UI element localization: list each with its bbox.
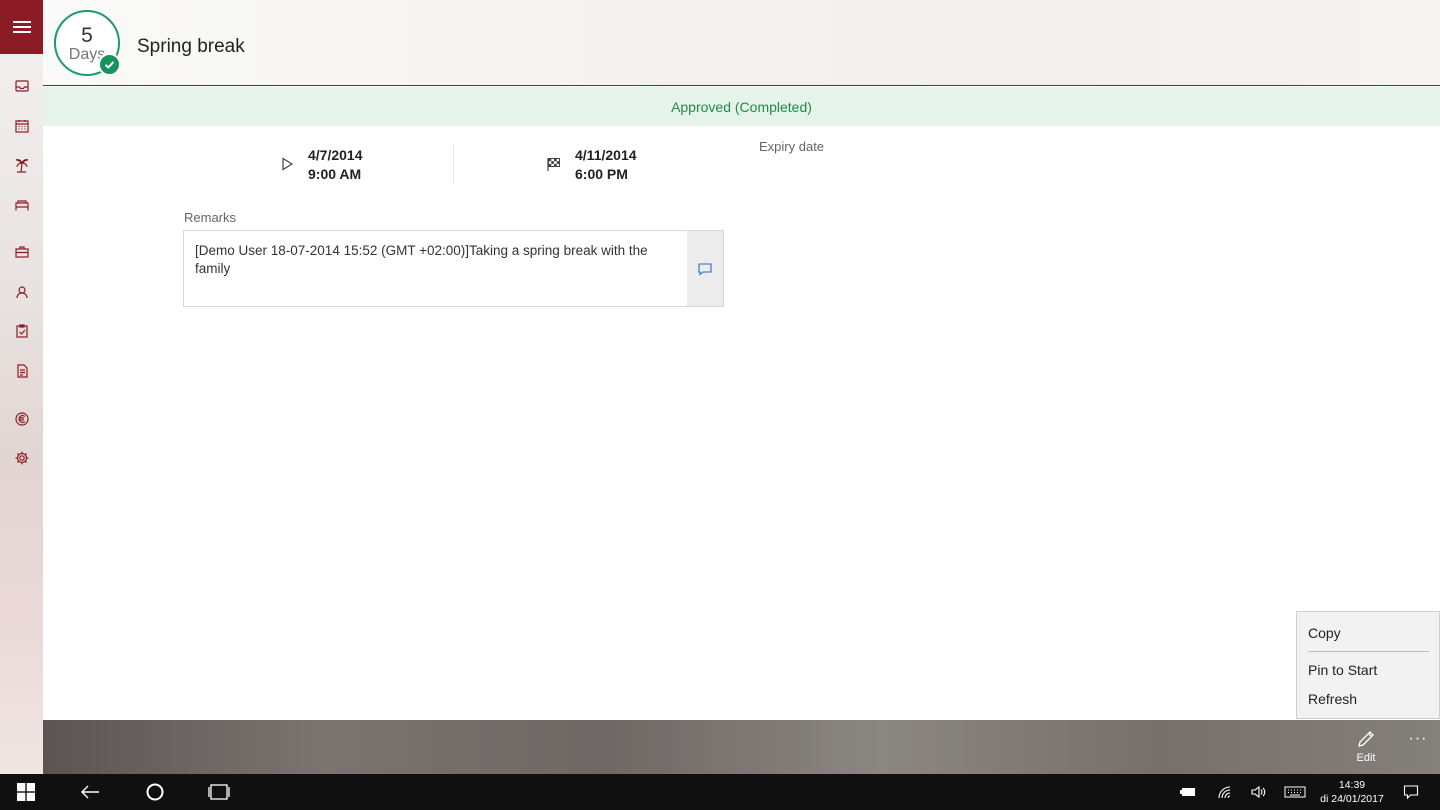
inbox-icon: [14, 79, 29, 92]
start-date: 4/7/2014: [308, 147, 363, 163]
edit-button[interactable]: Edit: [1343, 728, 1389, 772]
nav-settings[interactable]: [12, 448, 31, 467]
speaker-icon: [1251, 785, 1266, 799]
taskbar-clock[interactable]: 14:39 di 24/01/2017: [1312, 778, 1392, 806]
volume-tray[interactable]: [1250, 784, 1268, 800]
remarks-label: Remarks: [184, 210, 237, 225]
bed-icon: [14, 199, 29, 210]
hamburger-icon: [12, 21, 31, 33]
network-tray[interactable]: [1217, 784, 1233, 800]
add-comment-button[interactable]: [687, 231, 723, 306]
palm-tree-icon: [15, 158, 28, 173]
nav-calendar[interactable]: [12, 116, 31, 135]
date-divider: [453, 144, 454, 184]
menu-separator: [1308, 651, 1429, 652]
task-view-button[interactable]: [207, 782, 231, 802]
comment-icon: [698, 262, 712, 276]
menu-item-refresh[interactable]: Refresh: [1308, 691, 1357, 707]
nav-tasks[interactable]: [12, 321, 31, 340]
end-date-block: 4/11/2014 6:00 PM: [546, 146, 637, 184]
page-title: Spring break: [137, 36, 245, 57]
remarks-text: [Demo User 18-07-2014 15:52 (GMT +02:00)…: [195, 243, 648, 276]
more-options-menu: Copy Pin to Start Refresh: [1296, 611, 1440, 719]
search-cortana-button[interactable]: [144, 782, 166, 802]
gear-icon: [15, 451, 28, 464]
nav-profile[interactable]: [12, 282, 31, 301]
document-icon: [16, 363, 28, 378]
command-bar: Edit ···: [43, 720, 1440, 774]
checkered-flag-icon: [547, 158, 560, 171]
expiry-date-label: Expiry date: [759, 139, 825, 154]
page-header: 5 Days Spring break: [43, 0, 1440, 86]
remarks-field[interactable]: [Demo User 18-07-2014 15:52 (GMT +02:00)…: [183, 230, 724, 307]
briefcase-icon: [14, 245, 29, 258]
start-date-block: 4/7/2014 9:00 AM: [279, 146, 363, 184]
hamburger-menu-button[interactable]: [0, 0, 43, 54]
play-icon: [282, 157, 294, 171]
nav-inbox[interactable]: [12, 76, 31, 95]
edit-label: Edit: [1356, 752, 1376, 764]
keyboard-icon: [1284, 786, 1306, 798]
user-icon: [15, 285, 28, 298]
days-number: 5: [81, 23, 93, 47]
nav-documents[interactable]: [12, 361, 31, 380]
back-arrow-icon: [81, 785, 99, 799]
status-text: Approved (Completed): [671, 98, 812, 115]
nav-expenses[interactable]: [12, 409, 31, 428]
nav-rail: [0, 0, 43, 774]
back-button[interactable]: [78, 782, 102, 802]
clipboard-check-icon: [15, 323, 28, 338]
action-center-button[interactable]: [1403, 784, 1419, 800]
wifi-icon: [1218, 786, 1231, 799]
battery-tray[interactable]: [1179, 784, 1197, 800]
calendar-icon: [14, 119, 29, 133]
clock-date: di 24/01/2017: [1320, 793, 1384, 805]
more-options-button[interactable]: ···: [1403, 730, 1433, 750]
battery-icon: [1180, 788, 1195, 796]
notification-icon: [1403, 785, 1419, 800]
status-banner: Approved (Completed): [43, 87, 1440, 126]
touch-keyboard-tray[interactable]: [1284, 784, 1306, 800]
task-view-icon: [208, 784, 230, 800]
pencil-icon: [1358, 731, 1374, 747]
check-icon: [98, 53, 121, 76]
cortana-circle-icon: [146, 783, 164, 801]
taskbar: 14:39 di 24/01/2017: [0, 774, 1440, 810]
menu-item-copy[interactable]: Copy: [1308, 625, 1341, 641]
end-time: 6:00 PM: [575, 166, 628, 182]
nav-work[interactable]: [12, 242, 31, 261]
nav-vacation[interactable]: [12, 155, 31, 174]
windows-logo-icon: [17, 783, 35, 801]
start-time: 9:00 AM: [308, 166, 362, 182]
start-button[interactable]: [16, 782, 36, 802]
clock-time: 14:39: [1338, 779, 1366, 791]
end-date: 4/11/2014: [575, 147, 637, 163]
nav-accommodation[interactable]: [12, 195, 31, 214]
euro-icon: [14, 411, 29, 426]
menu-item-pin-to-start[interactable]: Pin to Start: [1308, 662, 1377, 678]
